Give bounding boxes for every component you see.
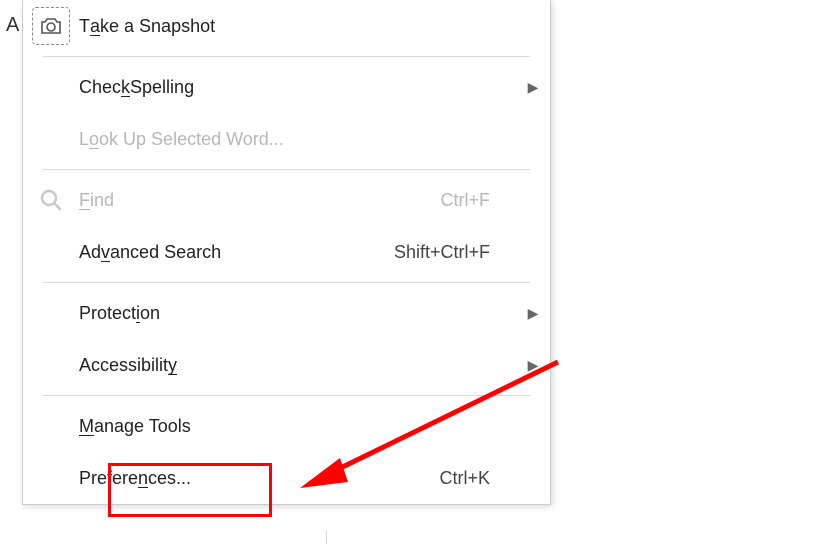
submenu-arrow-icon: ▶ [516,357,550,374]
menu-shortcut: Ctrl+F [360,190,516,211]
menu-item-advanced-search[interactable]: Advanced Search Shift+Ctrl+F [23,226,550,278]
menu-shortcut: Shift+Ctrl+F [360,242,516,263]
menu-item-label: Manage Tools [79,416,360,437]
menu-separator [43,395,530,396]
submenu-arrow-icon: ▶ [516,79,550,96]
menu-item-label: Protection [79,303,360,324]
menu-separator [43,169,530,170]
submenu-arrow-icon: ▶ [516,305,550,322]
guideline [326,531,327,544]
menu-item-label: Find [79,190,360,211]
search-icon [23,187,79,213]
menu-item-label: Advanced Search [79,242,360,263]
menu-item-label: Check Spelling [79,77,360,98]
context-menu: Take a Snapshot Check Spelling ▶ Look Up… [22,0,551,505]
menu-item-check-spelling[interactable]: Check Spelling ▶ [23,61,550,113]
menu-separator [43,282,530,283]
menu-item-label: Accessibility [79,355,360,376]
menu-item-take-snapshot[interactable]: Take a Snapshot [23,0,550,52]
menu-item-find: Find Ctrl+F [23,174,550,226]
menu-item-look-up-word: Look Up Selected Word... [23,113,550,165]
menu-item-label: Preferences... [79,468,360,489]
camera-icon [32,7,70,45]
menu-item-accessibility[interactable]: Accessibility ▶ [23,339,550,391]
menu-separator [43,56,530,57]
menu-item-label: Take a Snapshot [79,16,360,37]
cropped-letter: A [6,14,19,37]
menu-item-label: Look Up Selected Word... [79,129,360,150]
menu-item-manage-tools[interactable]: Manage Tools [23,400,550,452]
menu-item-protection[interactable]: Protection ▶ [23,287,550,339]
menu-item-preferences[interactable]: Preferences... Ctrl+K [23,452,550,504]
menu-shortcut: Ctrl+K [360,468,516,489]
